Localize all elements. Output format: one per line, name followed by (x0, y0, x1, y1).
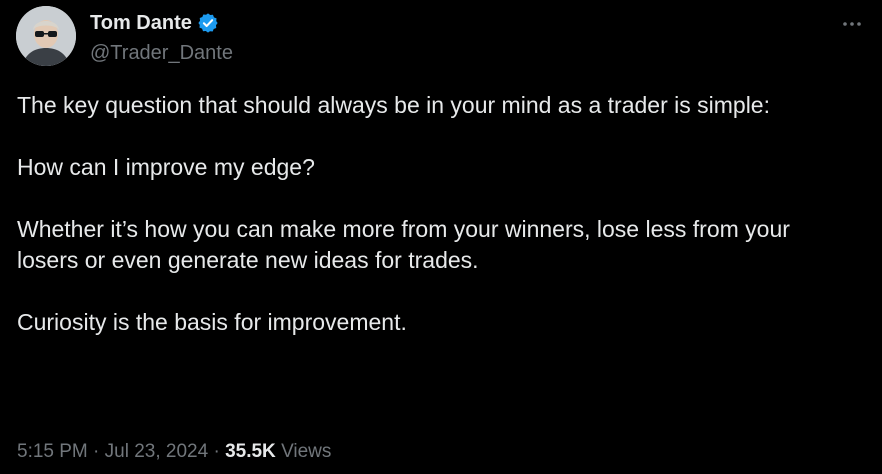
more-options-icon (843, 22, 861, 26)
tweet-time[interactable]: 5:15 PM (17, 441, 88, 462)
meta-separator: · (93, 441, 100, 462)
tweet-paragraph: How can I improve my edge? (17, 154, 315, 180)
tweet-card: Tom Dante @Trader_Dante The key question… (0, 0, 882, 474)
tweet-date[interactable]: Jul 23, 2024 (105, 441, 209, 462)
tweet-paragraph: The key question that should always be i… (17, 92, 770, 118)
tweet-meta: 5:15 PM · Jul 23, 2024 · 35.5K Views (17, 440, 331, 464)
verified-badge-icon (197, 12, 219, 34)
user-handle[interactable]: @Trader_Dante (90, 41, 233, 65)
name-row: Tom Dante (90, 10, 219, 36)
meta-separator: · (213, 441, 220, 462)
more-options-button[interactable] (836, 8, 868, 40)
avatar-image (16, 6, 76, 66)
avatar[interactable] (16, 6, 76, 66)
tweet-paragraph: Curiosity is the basis for improvement. (17, 309, 407, 335)
tweet-text: The key question that should always be i… (17, 90, 857, 338)
views-count[interactable]: 35.5K (225, 441, 276, 462)
tweet-paragraph: Whether it’s how you can make more from … (17, 216, 790, 273)
display-name[interactable]: Tom Dante (90, 11, 192, 35)
views-label: Views (281, 441, 332, 462)
